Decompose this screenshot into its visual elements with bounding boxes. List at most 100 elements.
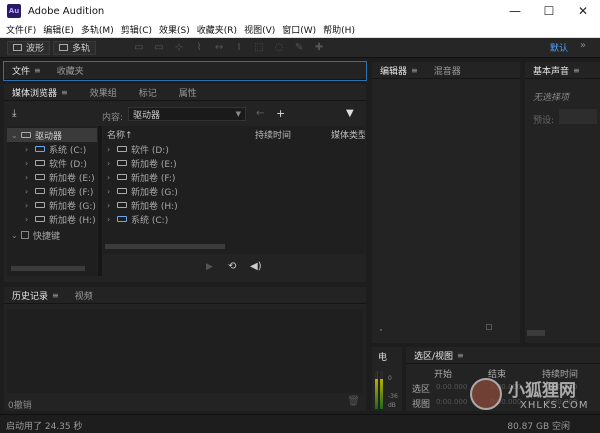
- menu-edit[interactable]: 编辑(E): [43, 23, 74, 36]
- waveform-view-button[interactable]: 波形: [7, 40, 51, 55]
- editor-resize-handle[interactable]: [486, 324, 492, 330]
- menu-favorites[interactable]: 收藏夹(R): [197, 23, 237, 36]
- no-selection-text: 无选择项: [533, 93, 570, 103]
- back-arrow-icon[interactable]: ←: [256, 108, 264, 119]
- tree-splitter[interactable]: [98, 126, 102, 276]
- spectral-frequency-icon[interactable]: ▭: [132, 42, 146, 54]
- tab-video[interactable]: 视频: [67, 287, 101, 304]
- essential-sound-scrollbar[interactable]: [527, 330, 545, 336]
- menu-effects[interactable]: 效果(S): [159, 23, 190, 36]
- maximize-button[interactable]: ☐: [532, 0, 566, 22]
- chevron-right-icon: ›: [107, 186, 111, 196]
- menu-multitrack[interactable]: 多轨(M): [81, 23, 114, 36]
- system-drive-icon: [117, 216, 127, 222]
- app-window: Au Adobe Audition — ☐ ✕ 文件(F) 编辑(E) 多轨(M…: [0, 0, 600, 433]
- panel-menu-icon[interactable]: ≡: [411, 66, 418, 75]
- minimize-button[interactable]: —: [498, 0, 532, 22]
- menu-view[interactable]: 视图(V): [244, 23, 275, 36]
- level-tick-36: -36: [388, 393, 398, 400]
- file-list: 名称↑ 持续时间 媒体类型 › 软件 (D:) › 新加卷 (E:) › 新加卷 (F…: [103, 126, 365, 254]
- panel-menu-icon[interactable]: ≡: [573, 66, 580, 75]
- list-horizontal-scrollbar[interactable]: [105, 244, 225, 249]
- list-item[interactable]: › 新加卷 (E:): [107, 156, 177, 170]
- marquee-tool-icon[interactable]: ⬚: [252, 42, 266, 54]
- essential-sound-tabs: 基本声音 ≡: [525, 62, 600, 79]
- files-panel-tabs: 文件 ≡ 收藏夹: [4, 62, 366, 80]
- razor-tool-icon[interactable]: ⌇: [192, 42, 206, 54]
- list-item-label: 新加卷 (H:): [131, 201, 178, 212]
- column-duration[interactable]: 持续时间: [255, 128, 291, 141]
- lasso-tool-icon[interactable]: ◌: [272, 42, 286, 54]
- list-item[interactable]: › 新加卷 (G:): [107, 184, 178, 198]
- status-startup-time: 启动用了 24.35 秒: [6, 422, 83, 432]
- menu-file[interactable]: 文件(F): [6, 23, 36, 36]
- tab-editor[interactable]: 编辑器 ≡: [372, 62, 426, 79]
- tree-item[interactable]: › 新加卷 (G:): [25, 198, 96, 212]
- panel-menu-icon[interactable]: ≡: [52, 291, 59, 300]
- list-item[interactable]: › 新加卷 (F:): [107, 170, 175, 184]
- multitrack-view-button[interactable]: 多轨: [53, 40, 97, 55]
- list-item[interactable]: › 新加卷 (H:): [107, 198, 178, 212]
- tab-media-browser[interactable]: 媒体浏览器 ≡: [4, 84, 76, 101]
- watermark: 小狐狸网 XHLKS.COM: [470, 372, 594, 422]
- chevron-right-icon: ›: [107, 144, 111, 154]
- list-item[interactable]: › 系统 (C:): [107, 212, 168, 226]
- move-tool-icon[interactable]: ⊹: [172, 42, 186, 54]
- tab-files[interactable]: 文件 ≡: [4, 62, 49, 79]
- tree-item-label: 新加卷 (E:): [49, 173, 95, 184]
- tree-item[interactable]: › 新加卷 (E:): [25, 170, 95, 184]
- tab-essential-sound-label: 基本声音: [533, 66, 570, 77]
- content-select[interactable]: 驱动器 ▼: [128, 107, 246, 121]
- column-media-type[interactable]: 媒体类型: [331, 128, 365, 141]
- panel-menu-icon[interactable]: ≡: [34, 66, 41, 75]
- panel-menu-icon[interactable]: ≡: [61, 88, 68, 97]
- multitrack-icon: [59, 44, 69, 51]
- add-shortcut-icon[interactable]: +: [276, 107, 285, 120]
- tree-item[interactable]: › 系统 (C:): [25, 142, 86, 156]
- panel-menu-icon[interactable]: ≡: [457, 351, 464, 360]
- tab-mixer[interactable]: 混音器: [426, 62, 469, 79]
- menu-window[interactable]: 窗口(W): [282, 23, 316, 36]
- column-name[interactable]: 名称↑: [107, 128, 133, 141]
- chevron-right-icon: ›: [25, 200, 29, 210]
- close-button[interactable]: ✕: [566, 0, 600, 22]
- preset-select[interactable]: [559, 109, 597, 124]
- drive-icon: [35, 174, 45, 180]
- tab-history[interactable]: 历史记录 ≡: [4, 287, 67, 304]
- tree-item[interactable]: › 新加卷 (H:): [25, 212, 96, 226]
- tree-shortcuts[interactable]: ⌄ 快捷键: [11, 228, 60, 242]
- selection-start[interactable]: 0:00.000: [436, 383, 467, 391]
- tree-item-label: 新加卷 (F:): [49, 187, 94, 198]
- brush-tool-icon[interactable]: ✎: [292, 42, 306, 54]
- view-start[interactable]: 0:00.000: [436, 398, 467, 406]
- content-label: 内容:: [102, 113, 124, 123]
- loop-icon[interactable]: ⟲: [228, 261, 236, 272]
- tab-effects-rack[interactable]: 效果组: [82, 84, 125, 101]
- tab-properties[interactable]: 属性: [171, 84, 205, 101]
- list-item[interactable]: › 软件 (D:): [107, 142, 169, 156]
- tree-item[interactable]: › 软件 (D:): [25, 156, 87, 170]
- level-tick-0: 0: [388, 375, 392, 382]
- level-meter-left: [375, 371, 378, 409]
- list-item-label: 软件 (D:): [131, 145, 169, 156]
- healing-tool-icon[interactable]: ✚: [312, 42, 326, 54]
- spectral-pitch-icon[interactable]: ▭: [152, 42, 166, 54]
- menu-help[interactable]: 帮助(H): [323, 23, 355, 36]
- tree-item[interactable]: › 新加卷 (F:): [25, 184, 93, 198]
- workspace-more-icon[interactable]: »: [580, 40, 586, 51]
- trash-icon[interactable]: 🗑: [347, 396, 360, 407]
- tab-essential-sound[interactable]: 基本声音 ≡: [525, 62, 588, 79]
- workspace-default[interactable]: 默认: [550, 41, 568, 54]
- tab-selection-view[interactable]: 选区/视图 ≡: [406, 347, 472, 364]
- time-selection-icon[interactable]: I: [232, 42, 246, 54]
- tab-markers[interactable]: 标记: [131, 84, 165, 101]
- filter-icon[interactable]: ▼: [346, 108, 354, 119]
- tree-root[interactable]: ⌄ 驱动器: [7, 128, 97, 142]
- play-icon[interactable]: ▶: [206, 262, 213, 272]
- tab-favorites[interactable]: 收藏夹: [49, 62, 92, 79]
- menu-clip[interactable]: 剪辑(C): [121, 23, 152, 36]
- import-icon[interactable]: ⤓: [12, 108, 16, 119]
- autoplay-speaker-icon[interactable]: ◀): [250, 261, 262, 272]
- tree-horizontal-scrollbar[interactable]: [11, 266, 85, 271]
- slip-tool-icon[interactable]: ↔: [212, 42, 226, 54]
